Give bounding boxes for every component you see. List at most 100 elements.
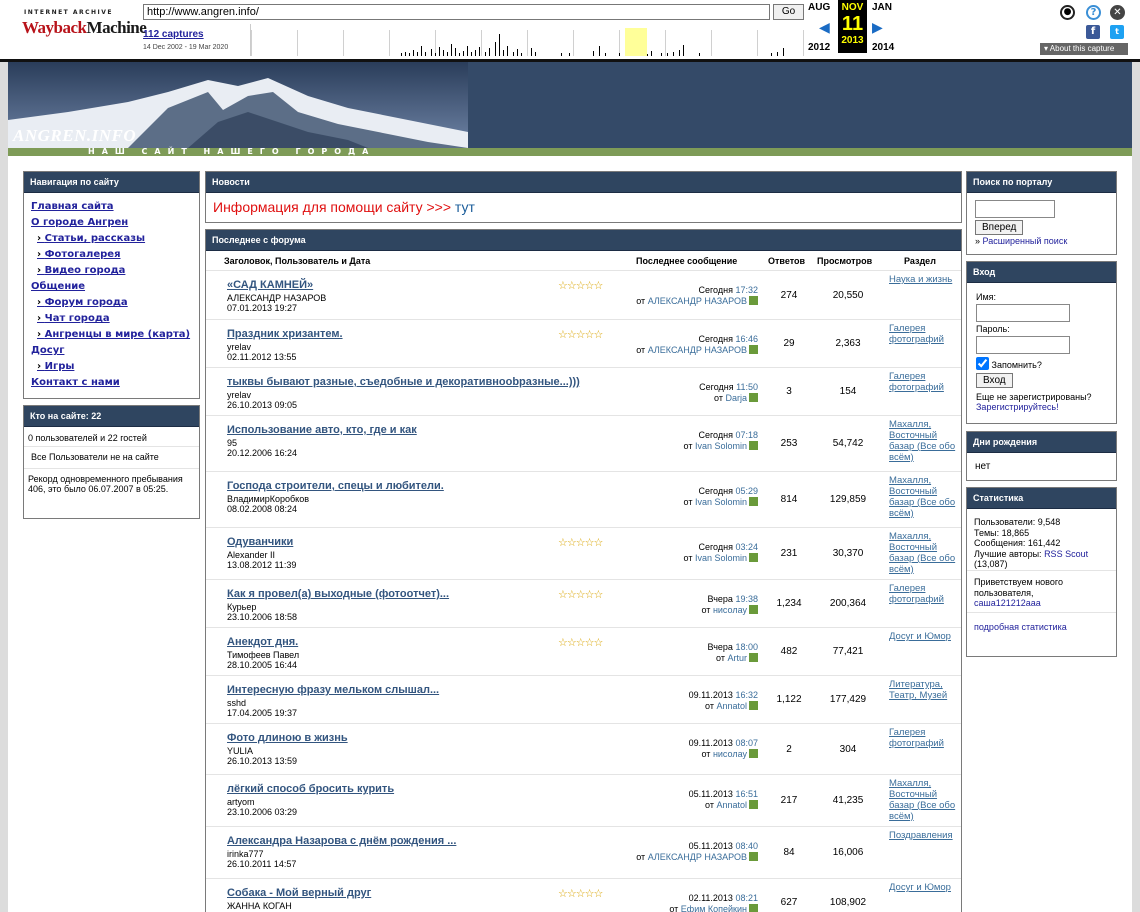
topic-title-link[interactable]: тыквы бывают разные, съедобные и декорат… <box>227 376 580 388</box>
best-author-link[interactable]: RSS Scout <box>1044 549 1088 559</box>
twitter-icon[interactable]: t <box>1110 25 1124 39</box>
last-post-author-link[interactable]: АЛЕКСАНДР НАЗАРОВ <box>648 345 747 355</box>
next-month[interactable]: JAN <box>872 2 892 13</box>
topic-title-link[interactable]: лёгкий способ бросить курить <box>227 783 394 795</box>
new-user-link[interactable]: саша121212aaa <box>974 598 1041 608</box>
go-to-post-icon[interactable] <box>749 904 758 912</box>
section-link[interactable]: Поздравления <box>889 830 961 841</box>
go-to-post-icon[interactable] <box>749 800 758 809</box>
section-link[interactable]: Галерея фотографий <box>889 583 961 605</box>
go-to-post-icon[interactable] <box>749 852 758 861</box>
nav-item[interactable]: Главная сайта <box>31 199 199 215</box>
last-post-author-link[interactable]: нисолау <box>713 749 747 759</box>
topic-title-link[interactable]: Использование авто, кто, где и как <box>227 424 417 436</box>
section-link[interactable]: Досуг и Юмор <box>889 631 961 642</box>
nav-item[interactable]: Ангренцы в мире (карта) <box>31 327 199 343</box>
last-post-author-link[interactable]: Darja <box>725 393 747 403</box>
prev-year[interactable]: 2012 <box>808 42 830 53</box>
capture-histogram[interactable] <box>250 24 805 56</box>
nav-item[interactable]: Статьи, рассказы <box>31 231 199 247</box>
section-link[interactable]: Махалля, Восточный базар (Все обо всём) <box>889 419 961 463</box>
captures-link[interactable]: 112 captures <box>143 29 204 40</box>
reply-count: 217 <box>780 795 798 806</box>
last-post-day: Сегодня <box>698 334 733 344</box>
go-to-post-icon[interactable] <box>749 441 758 450</box>
topic-title-link[interactable]: Одуванчики <box>227 536 293 548</box>
username-input[interactable] <box>976 304 1070 322</box>
nav-item[interactable]: О городе Ангрен <box>31 215 199 231</box>
search-button[interactable]: Вперед <box>975 220 1024 235</box>
url-input[interactable]: http://www.angren.info/ <box>143 4 770 20</box>
topic-title-link[interactable]: «САД КАМНЕЙ» <box>227 279 313 291</box>
go-to-post-icon[interactable] <box>749 393 758 402</box>
go-to-post-icon[interactable] <box>749 605 758 614</box>
close-icon[interactable]: ✕ <box>1110 5 1125 20</box>
topic-title-link[interactable]: Как я провел(а) выходные (фотоотчет)... <box>227 588 449 600</box>
section-link[interactable]: Махалля, Восточный базар (Все обо всём) <box>889 531 961 575</box>
prev-month[interactable]: AUG <box>808 2 830 13</box>
last-post-author-link[interactable]: Ефим Копейкин <box>681 904 747 912</box>
section-link[interactable]: Галерея фотографий <box>889 371 961 393</box>
next-capture-arrow-icon[interactable]: ▶ <box>872 20 883 36</box>
nav-item[interactable]: Форум города <box>31 295 199 311</box>
site-tagline: НАШ САЙТ НАШЕГО ГОРОДА <box>88 147 376 156</box>
prev-capture-arrow-icon[interactable]: ◀ <box>819 20 830 36</box>
topic-title-link[interactable]: Александра Назарова с днём рождения ... <box>227 835 456 847</box>
wayback-logo[interactable]: WaybackMachine <box>22 18 147 38</box>
user-icon[interactable]: ● <box>1060 5 1075 20</box>
last-post-author-link[interactable]: Ivan Solomin <box>695 441 747 451</box>
topic-title-link[interactable]: Фото длиною в жизнь <box>227 732 348 744</box>
section-link[interactable]: Галерея фотографий <box>889 727 961 749</box>
last-post-author-link[interactable]: Annatol <box>716 701 747 711</box>
section-link[interactable]: Наука и жизнь <box>889 274 961 285</box>
register-link[interactable]: Зарегистрируйтесь! <box>976 402 1059 412</box>
last-post-author-link[interactable]: Artur <box>727 653 747 663</box>
topic-title-link[interactable]: Интересную фразу мельком слышал... <box>227 684 439 696</box>
go-to-post-icon[interactable] <box>749 553 758 562</box>
login-button[interactable]: Вход <box>976 373 1013 388</box>
nav-item[interactable]: Общение <box>31 279 199 295</box>
nav-item[interactable]: Игры <box>31 359 199 375</box>
section-link[interactable]: Махалля, Восточный базар (Все обо всём) <box>889 778 961 822</box>
last-post-author-link[interactable]: нисолау <box>713 605 747 615</box>
go-to-post-icon[interactable] <box>749 296 758 305</box>
topic-title-link[interactable]: Собака - Мой верный друг <box>227 887 371 899</box>
remember-checkbox[interactable] <box>976 357 989 370</box>
section-link[interactable]: Литература, Театр, Музей <box>889 679 961 701</box>
section-link[interactable]: Махалля, Восточный базар (Все обо всём) <box>889 475 961 519</box>
nav-item[interactable]: Чат города <box>31 311 199 327</box>
nav-item[interactable]: Контакт с нами <box>31 375 199 391</box>
last-post: Сегодня 17:32 от АЛЕКСАНДР НАЗАРОВ <box>636 285 758 307</box>
go-to-post-icon[interactable] <box>749 345 758 354</box>
topic-title-link[interactable]: Анекдот дня. <box>227 636 298 648</box>
last-post-author-link[interactable]: Ivan Solomin <box>695 553 747 563</box>
last-post-author-link[interactable]: Annatol <box>716 800 747 810</box>
password-input[interactable] <box>976 336 1070 354</box>
go-to-post-icon[interactable] <box>749 653 758 662</box>
go-to-post-icon[interactable] <box>749 497 758 506</box>
section-link[interactable]: Галерея фотографий <box>889 323 961 345</box>
nav-item[interactable]: Видео города <box>31 263 199 279</box>
help-icon[interactable]: ? <box>1086 5 1101 20</box>
capture-bar <box>471 52 472 56</box>
site-name[interactable]: ANGREN.INFO <box>13 126 136 146</box>
go-to-post-icon[interactable] <box>749 749 758 758</box>
go-to-post-icon[interactable] <box>749 701 758 710</box>
about-capture-button[interactable]: ▾ About this capture <box>1040 43 1128 55</box>
view-count: 129,859 <box>829 494 867 505</box>
last-post-author-link[interactable]: АЛЕКСАНДР НАЗАРОВ <box>648 296 747 306</box>
advanced-search-link[interactable]: Расширенный поиск <box>983 236 1068 246</box>
last-post-author-link[interactable]: Ivan Solomin <box>695 497 747 507</box>
search-input[interactable] <box>975 200 1055 218</box>
last-post-author-link[interactable]: АЛЕКСАНДР НАЗАРОВ <box>648 852 747 862</box>
go-button[interactable]: Go <box>773 4 804 20</box>
topic-title-link[interactable]: Господа строители, спецы и любители. <box>227 480 444 492</box>
topic-title-link[interactable]: Праздник хризантем. <box>227 328 343 340</box>
news-link[interactable]: тут <box>455 199 475 215</box>
more-stats-link[interactable]: подробная статистика <box>974 622 1067 632</box>
facebook-icon[interactable]: f <box>1086 25 1100 39</box>
section-link[interactable]: Досуг и Юмор <box>889 882 961 893</box>
next-year[interactable]: 2014 <box>872 42 894 53</box>
nav-item[interactable]: Досуг <box>31 343 199 359</box>
nav-item[interactable]: Фотогалерея <box>31 247 199 263</box>
